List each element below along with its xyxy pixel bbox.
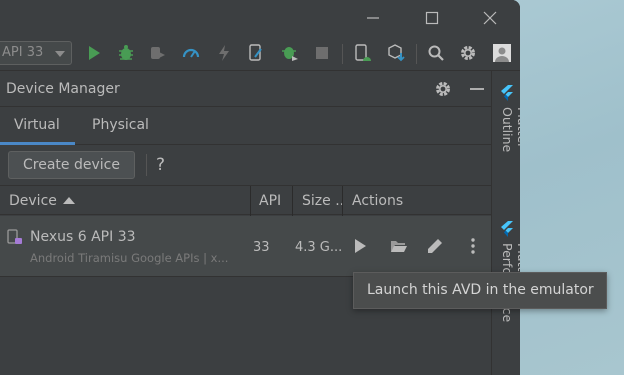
edit-avd-button[interactable] xyxy=(425,236,445,256)
device-api: 33 xyxy=(253,240,270,255)
column-divider xyxy=(250,186,251,216)
table-row[interactable]: Nexus 6 API 33 Android Tiramisu Google A… xyxy=(0,216,491,276)
sidebar-item-flutter-outline[interactable]: Flutter Outline xyxy=(500,85,520,152)
gear-icon xyxy=(461,46,475,60)
sidebar-item-label: Flutter Outline xyxy=(500,107,520,153)
panel-title: Device Manager xyxy=(6,81,120,97)
toolbar-divider xyxy=(416,44,417,64)
close-icon xyxy=(483,11,497,25)
device-type-tabs: Virtual Physical xyxy=(0,107,491,145)
sidebar-item-flutter-performance[interactable]: Flutter Performance xyxy=(500,221,520,322)
close-window-button[interactable] xyxy=(467,0,513,36)
api-level-select-value: API 33 xyxy=(2,45,44,60)
run-icon xyxy=(89,46,100,60)
launch-avd-tooltip: Launch this AVD in the emulator xyxy=(353,272,607,309)
user-account-button[interactable] xyxy=(492,43,512,63)
ide-window: API 33 Device Manager Virtual Physical C… xyxy=(0,0,520,375)
device-manager-panel: Device Manager Virtual Physical Create d… xyxy=(0,71,491,375)
settings-button[interactable] xyxy=(458,43,478,63)
right-tool-strip: Flutter Outline Flutter Performance xyxy=(491,71,520,375)
debug-button[interactable] xyxy=(116,43,136,63)
search-icon xyxy=(428,45,444,61)
maximize-icon xyxy=(425,11,439,25)
device-subtitle: Android Tiramisu Google APIs | x... xyxy=(30,251,229,265)
help-button[interactable]: ? xyxy=(156,155,165,175)
column-header-actions[interactable]: Actions xyxy=(352,186,403,216)
bug-icon xyxy=(119,45,133,60)
minimize-icon xyxy=(470,88,484,90)
device-actions-row: Create device ? xyxy=(0,145,491,185)
hide-panel-button[interactable] xyxy=(468,80,486,98)
actions-divider xyxy=(146,154,147,176)
flutter-icon xyxy=(501,85,513,101)
launch-avd-button[interactable] xyxy=(350,236,370,256)
device-size: 4.3 G... xyxy=(295,240,343,255)
panel-settings-button[interactable] xyxy=(434,80,452,98)
avatar-icon xyxy=(493,44,511,62)
sdk-manager-button[interactable] xyxy=(386,43,406,63)
bug-arrow-icon xyxy=(282,47,298,61)
package-download-icon xyxy=(388,44,405,62)
column-header-api[interactable]: API xyxy=(259,186,281,216)
sort-ascending-icon xyxy=(63,197,75,204)
toolbar-divider xyxy=(342,44,343,64)
panel-header: Device Manager xyxy=(0,71,491,107)
search-button[interactable] xyxy=(426,43,446,63)
device-edit-icon xyxy=(249,44,262,61)
flutter-icon xyxy=(501,221,513,237)
play-icon xyxy=(355,239,366,253)
device-table-header: Device API Size .. Actions xyxy=(0,185,491,216)
minimize-icon xyxy=(367,17,379,19)
device-name: Nexus 6 API 33 xyxy=(30,229,136,245)
show-on-disk-button[interactable] xyxy=(389,236,409,256)
run-button[interactable] xyxy=(84,43,104,63)
lightning-icon xyxy=(219,45,229,61)
debug-tests-button[interactable] xyxy=(280,43,300,63)
column-header-device[interactable]: Device xyxy=(9,186,57,216)
chevron-down-icon xyxy=(55,51,65,57)
title-bar xyxy=(0,0,520,36)
column-divider xyxy=(292,186,293,216)
virtual-device-icon xyxy=(7,229,22,244)
minimize-button[interactable] xyxy=(350,0,396,36)
stop-button[interactable] xyxy=(312,43,332,63)
more-actions-button[interactable] xyxy=(463,236,483,256)
create-device-button[interactable]: Create device xyxy=(8,151,135,179)
tab-virtual[interactable]: Virtual xyxy=(14,117,60,133)
apply-code-changes-button[interactable] xyxy=(246,43,266,63)
pencil-icon xyxy=(428,239,442,253)
maximize-button[interactable] xyxy=(409,0,455,36)
main-toolbar: API 33 xyxy=(0,36,520,71)
gear-icon xyxy=(436,82,450,96)
gauge-icon xyxy=(182,48,200,58)
tab-physical[interactable]: Physical xyxy=(92,117,149,133)
attach-debugger-icon xyxy=(151,47,165,59)
api-level-select[interactable]: API 33 xyxy=(0,41,72,65)
column-divider xyxy=(342,186,343,216)
phone-android-icon xyxy=(355,44,371,61)
column-header-size[interactable]: Size .. xyxy=(302,186,344,216)
folder-open-icon xyxy=(391,241,407,252)
apply-changes-button[interactable] xyxy=(214,43,234,63)
more-vertical-icon xyxy=(471,238,475,254)
attach-debugger-button[interactable] xyxy=(148,43,168,63)
stop-icon xyxy=(316,47,328,59)
device-manager-button[interactable] xyxy=(353,43,373,63)
profile-button[interactable] xyxy=(181,43,201,63)
